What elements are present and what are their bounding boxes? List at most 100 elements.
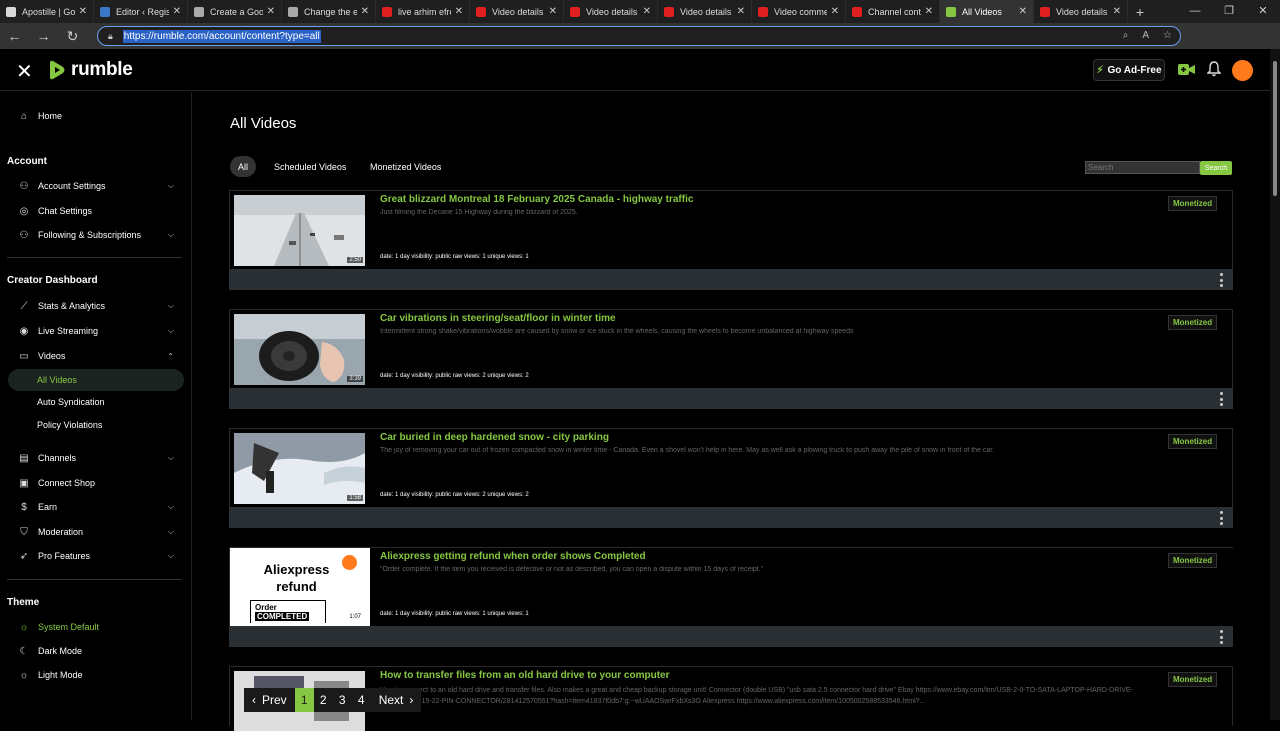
browser-tab[interactable]: Video details - ✕ xyxy=(564,0,658,23)
browser-tab[interactable]: Video commen ✕ xyxy=(752,0,846,23)
favorite-star-icon[interactable]: ☆ xyxy=(1163,30,1172,41)
video-title[interactable]: How to transfer files from an old hard d… xyxy=(380,670,669,681)
sidebar-item-moderation[interactable]: ⛉ Moderation ⌵ xyxy=(8,521,184,543)
page-3-button[interactable]: 3 xyxy=(333,688,352,712)
sidebar-item-home[interactable]: ⌂ Home xyxy=(8,105,184,127)
video-thumbnail[interactable]: 2:50 xyxy=(234,195,365,266)
tab-close-icon[interactable]: ✕ xyxy=(1113,6,1121,17)
upload-video-icon[interactable] xyxy=(1178,63,1195,76)
more-options-icon[interactable] xyxy=(1219,630,1223,644)
tab-label: live arhim efre xyxy=(398,6,451,17)
sidebar-item-live-streaming[interactable]: ◉ Live Streaming ⌵ xyxy=(8,320,184,342)
tab-close-icon[interactable]: ✕ xyxy=(549,6,557,17)
sidebar-item-channels[interactable]: ▤ Channels ⌵ xyxy=(8,447,184,469)
video-title[interactable]: Car vibrations in steering/seat/floor in… xyxy=(380,313,616,324)
browser-tab[interactable]: Video details - ✕ xyxy=(658,0,752,23)
sidebar-item-label: Auto Syndication xyxy=(37,397,105,407)
video-title[interactable]: Car buried in deep hardened snow - city … xyxy=(380,432,609,443)
more-options-icon[interactable] xyxy=(1219,392,1223,406)
tab-close-icon[interactable]: ✕ xyxy=(1019,6,1027,17)
tab-favicon-icon xyxy=(382,6,392,17)
tab-close-icon[interactable]: ✕ xyxy=(737,6,745,17)
video-title[interactable]: Aliexpress getting refund when order sho… xyxy=(380,551,646,562)
maximize-icon[interactable]: ❐ xyxy=(1212,0,1246,23)
browser-tab[interactable]: Apostille | Gouv ✕ xyxy=(0,0,94,23)
reload-icon[interactable]: ↻ xyxy=(58,28,87,45)
browser-tab[interactable]: live arhim efre ✕ xyxy=(376,0,470,23)
close-menu-icon[interactable]: ✕ xyxy=(16,59,33,84)
browser-tab[interactable]: Video details - ✕ xyxy=(1034,0,1128,23)
tab-close-icon[interactable]: ✕ xyxy=(361,6,369,17)
sidebar-item-chat-settings[interactable]: ◎ Chat Settings xyxy=(8,200,184,222)
tab-close-icon[interactable]: ✕ xyxy=(455,6,463,17)
close-window-icon[interactable]: ✕ xyxy=(1246,0,1280,23)
page-2-button[interactable]: 2 xyxy=(314,688,333,712)
sidebar-item-account-settings[interactable]: ⚇ Account Settings ⌵ xyxy=(8,175,184,197)
browser-tab[interactable]: Create a Googl ✕ xyxy=(188,0,282,23)
sidebar-item-dark-mode[interactable]: ☾ Dark Mode xyxy=(8,640,184,662)
zoom-icon[interactable]: ⌕ xyxy=(1123,30,1129,41)
search-button[interactable]: Search xyxy=(1200,161,1232,175)
video-description: Intermittent strong shake/vibrations/wob… xyxy=(380,328,854,335)
sidebar-item-policy-violations[interactable]: Policy Violations xyxy=(8,414,184,436)
next-page-button[interactable]: Next › xyxy=(371,688,422,712)
prev-page-button[interactable]: ‹ Prev xyxy=(244,688,295,712)
rocket-icon: ➶ xyxy=(19,550,29,562)
prev-label: Prev xyxy=(262,693,287,707)
user-avatar[interactable] xyxy=(1232,60,1253,81)
tab-close-icon[interactable]: ✕ xyxy=(173,6,181,17)
video-thumbnail[interactable]: Aliexpress refund Order COMPLETED 1:07 xyxy=(234,552,365,623)
browser-tab[interactable]: All Videos ✕ xyxy=(940,0,1034,23)
tab-close-icon[interactable]: ✕ xyxy=(267,6,275,17)
monetized-badge: Monetized xyxy=(1168,553,1218,568)
scrollbar-thumb[interactable] xyxy=(1273,61,1277,196)
chevron-down-icon: ⌵ xyxy=(167,551,174,560)
pagination: ‹ Prev 1 2 3 4 Next › xyxy=(244,688,422,712)
filter-scheduled-button[interactable]: Scheduled Videos xyxy=(266,156,354,177)
video-actions-bar xyxy=(229,507,1233,528)
site-info-icon[interactable]: 🔒︎ xyxy=(108,31,113,42)
tab-close-icon[interactable]: ✕ xyxy=(831,6,839,17)
browser-tab[interactable]: Channel conte ✕ xyxy=(846,0,940,23)
more-options-icon[interactable] xyxy=(1219,273,1223,287)
sidebar-item-all-videos[interactable]: All Videos xyxy=(8,369,184,391)
browser-tab[interactable]: Editor ‹ Regist ✕ xyxy=(94,0,188,23)
sidebar-item-light-mode[interactable]: ☼ Light Mode xyxy=(8,664,184,686)
new-tab-icon[interactable]: + xyxy=(1128,4,1152,20)
rumble-logo[interactable]: rumble xyxy=(48,59,133,81)
filter-all-button[interactable]: All xyxy=(230,156,257,177)
sidebar-item-stats[interactable]: ⟋ Stats & Analytics ⌵ xyxy=(8,295,184,317)
notifications-bell-icon[interactable] xyxy=(1207,61,1221,77)
more-options-icon[interactable] xyxy=(1219,511,1223,525)
tab-close-icon[interactable]: ✕ xyxy=(925,6,933,17)
sidebar-item-earn[interactable]: $ Earn ⌵ xyxy=(8,496,184,518)
video-duration: 3:39 xyxy=(347,376,363,382)
tab-close-icon[interactable]: ✕ xyxy=(643,6,651,17)
video-thumbnail[interactable]: 3:39 xyxy=(234,314,365,385)
video-search-input[interactable] xyxy=(1085,161,1200,174)
video-actions-bar xyxy=(229,269,1233,290)
sidebar-item-connect-shop[interactable]: ▣ Connect Shop xyxy=(8,472,184,494)
page-scrollbar[interactable] xyxy=(1270,49,1280,720)
filter-monetized-button[interactable]: Monetized Videos xyxy=(362,156,449,177)
logo-text: rumble xyxy=(71,59,133,80)
read-aloud-icon[interactable]: A xyxy=(1142,30,1149,41)
sidebar-item-following[interactable]: ⚇ Following & Subscriptions ⌵ xyxy=(8,224,184,246)
page-1-button[interactable]: 1 xyxy=(294,688,314,712)
browser-tab[interactable]: Video details - ✕ xyxy=(470,0,564,23)
minimize-icon[interactable]: — xyxy=(1178,0,1212,23)
url-field[interactable]: 🔒︎ https://rumble.com/account/content?ty… xyxy=(97,26,1181,46)
forward-icon[interactable]: → xyxy=(29,28,58,44)
sidebar-item-pro-features[interactable]: ➶ Pro Features ⌵ xyxy=(8,545,184,567)
browser-tab[interactable]: Change the em ✕ xyxy=(282,0,376,23)
thumb-box-line2: COMPLETED xyxy=(255,612,310,621)
sidebar-item-system-default[interactable]: ☼ System Default xyxy=(8,616,184,638)
back-icon[interactable]: ← xyxy=(0,28,29,44)
tab-close-icon[interactable]: ✕ xyxy=(79,6,87,17)
sidebar-item-auto-syndication[interactable]: Auto Syndication xyxy=(8,391,184,413)
sidebar-item-videos[interactable]: ▭ Videos ⌃ xyxy=(8,345,184,367)
video-title[interactable]: Great blizzard Montreal 18 February 2025… xyxy=(380,194,693,205)
video-thumbnail[interactable]: 1:58 xyxy=(234,433,365,504)
page-4-button[interactable]: 4 xyxy=(352,688,371,712)
go-ad-free-button[interactable]: ⚡︎ Go Ad-Free xyxy=(1093,59,1165,81)
